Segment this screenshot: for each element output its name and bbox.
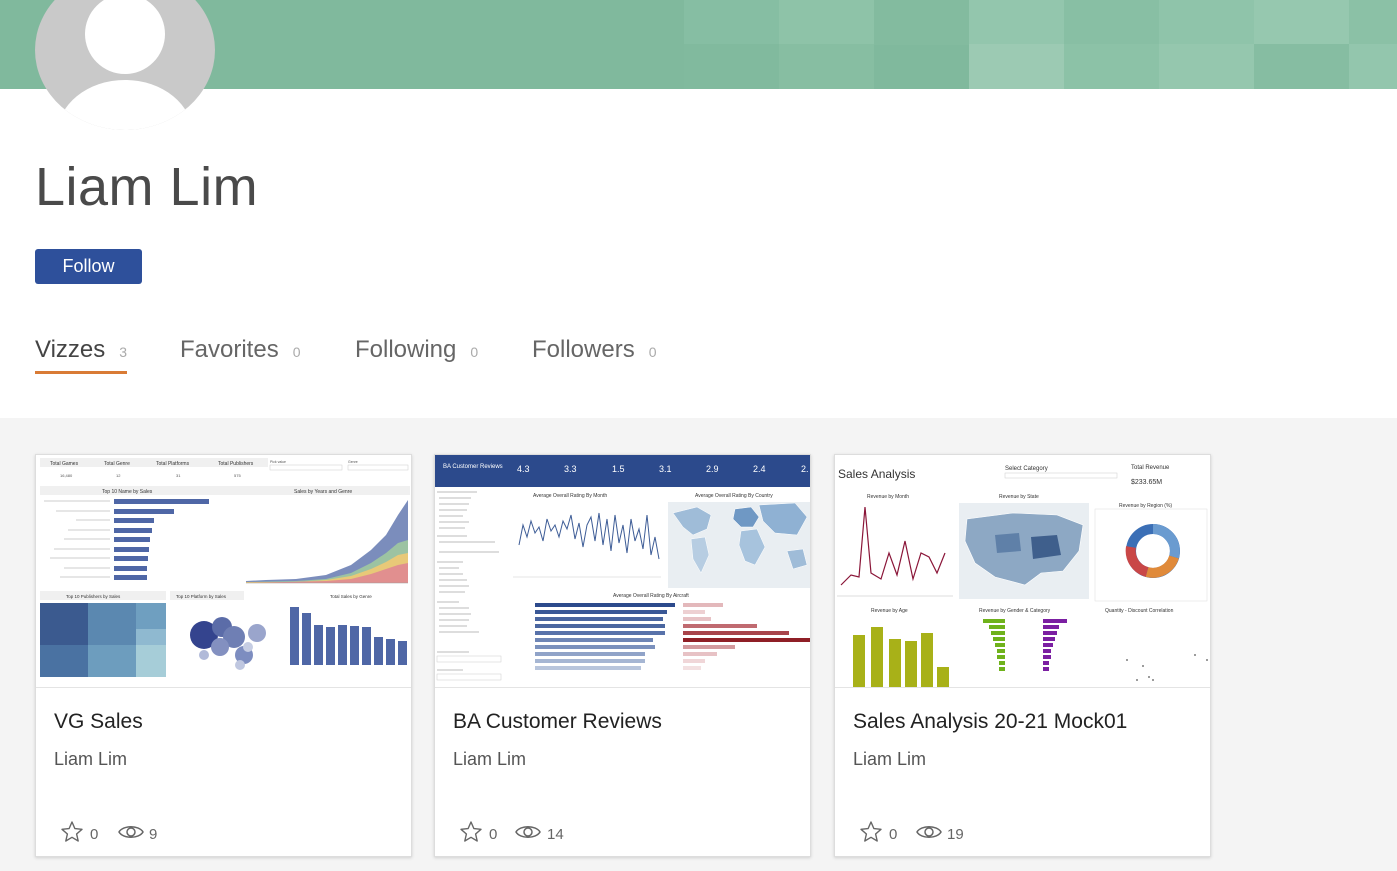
active-tab-underline (35, 371, 127, 374)
viz-card-author[interactable]: Liam Lim (453, 749, 526, 770)
svg-text:Select Category: Select Category (1005, 466, 1048, 472)
svg-text:Average Overall Rating By Mont: Average Overall Rating By Month (533, 493, 607, 499)
view-count: 14 (547, 826, 564, 843)
viz-gallery: Total Games Total Genre Total Platforms … (0, 418, 1397, 871)
tab-followers-count: 0 (648, 344, 657, 360)
svg-text:Average Overall Rating By Coun: Average Overall Rating By Country (695, 493, 773, 499)
svg-text:3.1: 3.1 (659, 464, 672, 474)
eye-icon (916, 826, 942, 838)
tab-following-label: Following (355, 336, 457, 363)
vg-sales-dashboard-preview: Total Games Total Genre Total Platforms … (36, 455, 411, 687)
svg-text:Total Games: Total Games (50, 461, 79, 467)
svg-text:Total Sales by Genre: Total Sales by Genre (330, 594, 372, 599)
svg-text:Total Revenue: Total Revenue (1131, 465, 1170, 471)
avatar (35, 0, 215, 130)
ba-reviews-dashboard-preview: BA Customer Reviews 4.3 3.3 1.5 3.1 2.9 … (435, 455, 810, 687)
svg-text:Total Platforms: Total Platforms (156, 461, 190, 467)
favorite-count: 0 (90, 826, 99, 843)
tab-vizzes[interactable]: Vizzes 3 (35, 336, 128, 374)
svg-text:$233.65M: $233.65M (1131, 479, 1162, 486)
svg-text:BA Customer Reviews: BA Customer Reviews (443, 464, 503, 470)
viz-card-title[interactable]: VG Sales (54, 710, 143, 734)
svg-text:Pick value: Pick value (270, 460, 286, 464)
svg-text:Total Genre: Total Genre (104, 461, 130, 467)
svg-text:Top 10 Name by Sales: Top 10 Name by Sales (102, 489, 153, 495)
svg-text:Sales Analysis: Sales Analysis (838, 467, 915, 481)
tab-following[interactable]: Following 0 (355, 336, 478, 364)
viz-card-title[interactable]: BA Customer Reviews (453, 710, 662, 734)
tab-followers[interactable]: Followers 0 (532, 336, 657, 364)
svg-text:Revenue by Gender & Category: Revenue by Gender & Category (979, 608, 1051, 614)
svg-text:Revenue by Month: Revenue by Month (867, 494, 909, 500)
tab-favorites-count: 0 (292, 344, 301, 360)
viz-thumbnail[interactable]: BA Customer Reviews 4.3 3.3 1.5 3.1 2.9 … (435, 455, 810, 688)
view-count: 19 (947, 826, 964, 843)
tab-vizzes-count: 3 (119, 344, 128, 360)
svg-text:Revenue by State: Revenue by State (999, 494, 1039, 500)
viz-card-ba-customer-reviews[interactable]: BA Customer Reviews 4.3 3.3 1.5 3.1 2.9 … (434, 454, 811, 857)
viz-card-author[interactable]: Liam Lim (54, 749, 127, 770)
svg-text:3.3: 3.3 (564, 464, 577, 474)
tab-followers-label: Followers (532, 336, 635, 363)
svg-text:Average Overall Rating By Airc: Average Overall Rating By Aircraft (613, 593, 689, 599)
tab-favorites-label: Favorites (180, 336, 279, 363)
svg-text:Revenue by Region (%): Revenue by Region (%) (1119, 503, 1172, 509)
viz-card-sales-analysis[interactable]: Sales Analysis Select Category Total Rev… (834, 454, 1211, 857)
viz-card-vg-sales[interactable]: Total Games Total Genre Total Platforms … (35, 454, 412, 857)
svg-text:Top 10 Publishers by Sales: Top 10 Publishers by Sales (66, 594, 121, 599)
profile-name: Liam Lim (35, 157, 259, 217)
viz-thumbnail[interactable]: Sales Analysis Select Category Total Rev… (835, 455, 1210, 688)
eye-icon (118, 826, 144, 838)
viz-card-author[interactable]: Liam Lim (853, 749, 926, 770)
svg-text:Top 10 Platform by Sales: Top 10 Platform by Sales (176, 594, 227, 599)
avatar-shoulders-shape (57, 80, 193, 130)
viz-card-title[interactable]: Sales Analysis 20-21 Mock01 (853, 710, 1127, 734)
tab-following-count: 0 (470, 344, 479, 360)
avatar-head-shape (85, 0, 165, 74)
sales-analysis-dashboard-preview: Sales Analysis Select Category Total Rev… (835, 455, 1210, 687)
svg-text:Sales by Years and Genre: Sales by Years and Genre (294, 489, 352, 495)
star-icon (61, 821, 83, 842)
favorite-count: 0 (489, 826, 498, 843)
svg-text:2.4: 2.4 (753, 464, 766, 474)
svg-text:2.: 2. (801, 464, 809, 474)
svg-text:Genre: Genre (348, 460, 358, 464)
svg-text:575: 575 (234, 473, 241, 478)
tab-vizzes-label: Vizzes (35, 336, 106, 363)
svg-text:Quantity - Discount Correlatio: Quantity - Discount Correlation (1105, 608, 1174, 614)
favorite-count: 0 (889, 826, 898, 843)
star-icon (460, 821, 482, 842)
svg-text:4.3: 4.3 (517, 464, 530, 474)
svg-text:1.5: 1.5 (612, 464, 625, 474)
svg-text:31: 31 (176, 473, 181, 478)
star-icon (860, 821, 882, 842)
svg-text:16,480: 16,480 (60, 473, 73, 478)
viz-thumbnail[interactable]: Total Games Total Genre Total Platforms … (36, 455, 411, 688)
svg-text:Total Publishers: Total Publishers (218, 461, 254, 467)
svg-text:Revenue by Age: Revenue by Age (871, 608, 908, 614)
eye-icon (515, 826, 541, 838)
tab-favorites[interactable]: Favorites 0 (180, 336, 301, 364)
follow-button[interactable]: Follow (35, 249, 142, 284)
svg-text:2.9: 2.9 (706, 464, 719, 474)
svg-text:12: 12 (116, 473, 121, 478)
view-count: 9 (149, 826, 158, 843)
